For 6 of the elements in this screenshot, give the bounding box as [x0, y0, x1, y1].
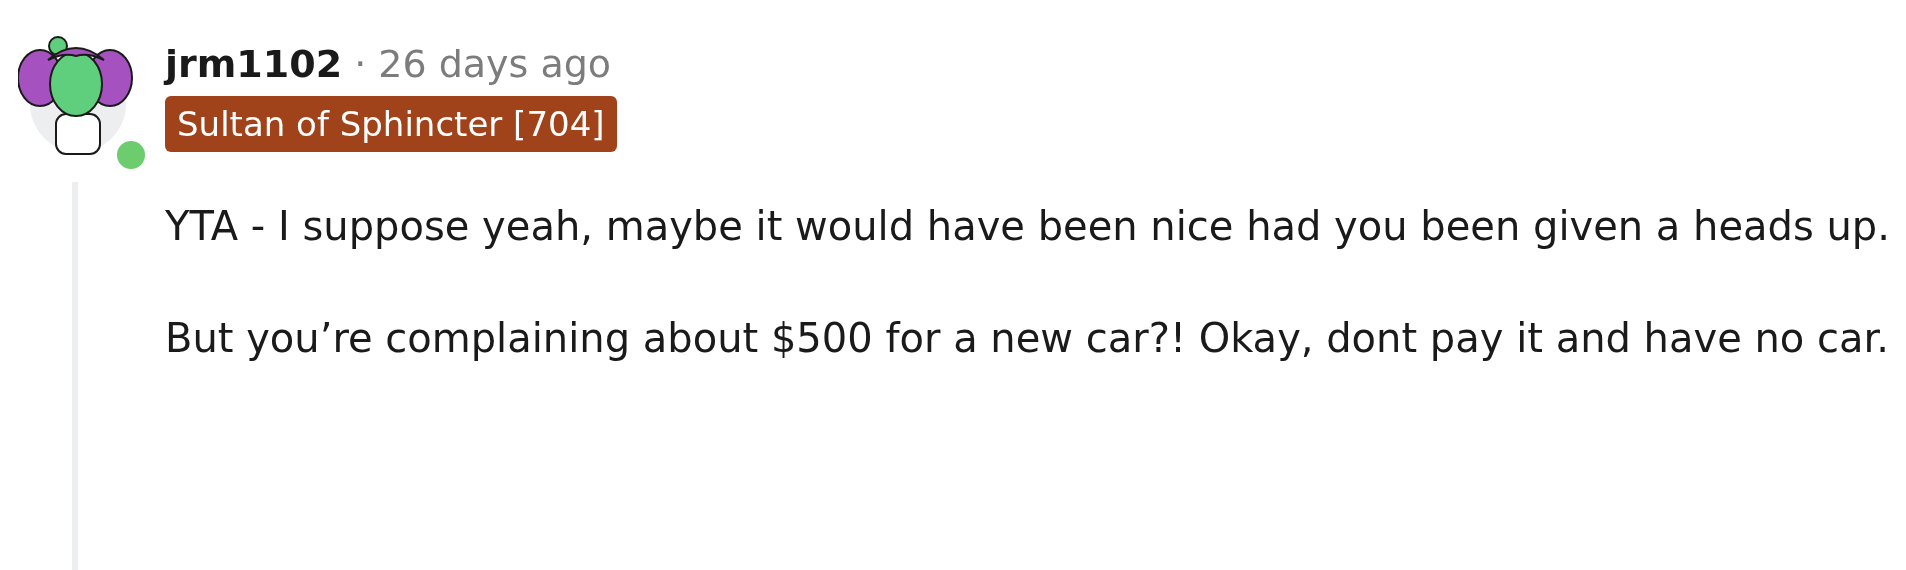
separator-dot: · [354, 41, 367, 88]
username-link[interactable]: jrm1102 [165, 40, 343, 88]
comment-time: 26 days ago [378, 41, 612, 88]
user-flair: Sultan of Sphincter [704] [165, 96, 617, 152]
comment-paragraph: But you’re complaining about $500 for a new car?! Okay, dont pay it and have no car. [165, 314, 1890, 363]
comment-paragraph: YTA - I suppose yeah, maybe it would have been nice had you been given a heads up. [165, 202, 1891, 251]
